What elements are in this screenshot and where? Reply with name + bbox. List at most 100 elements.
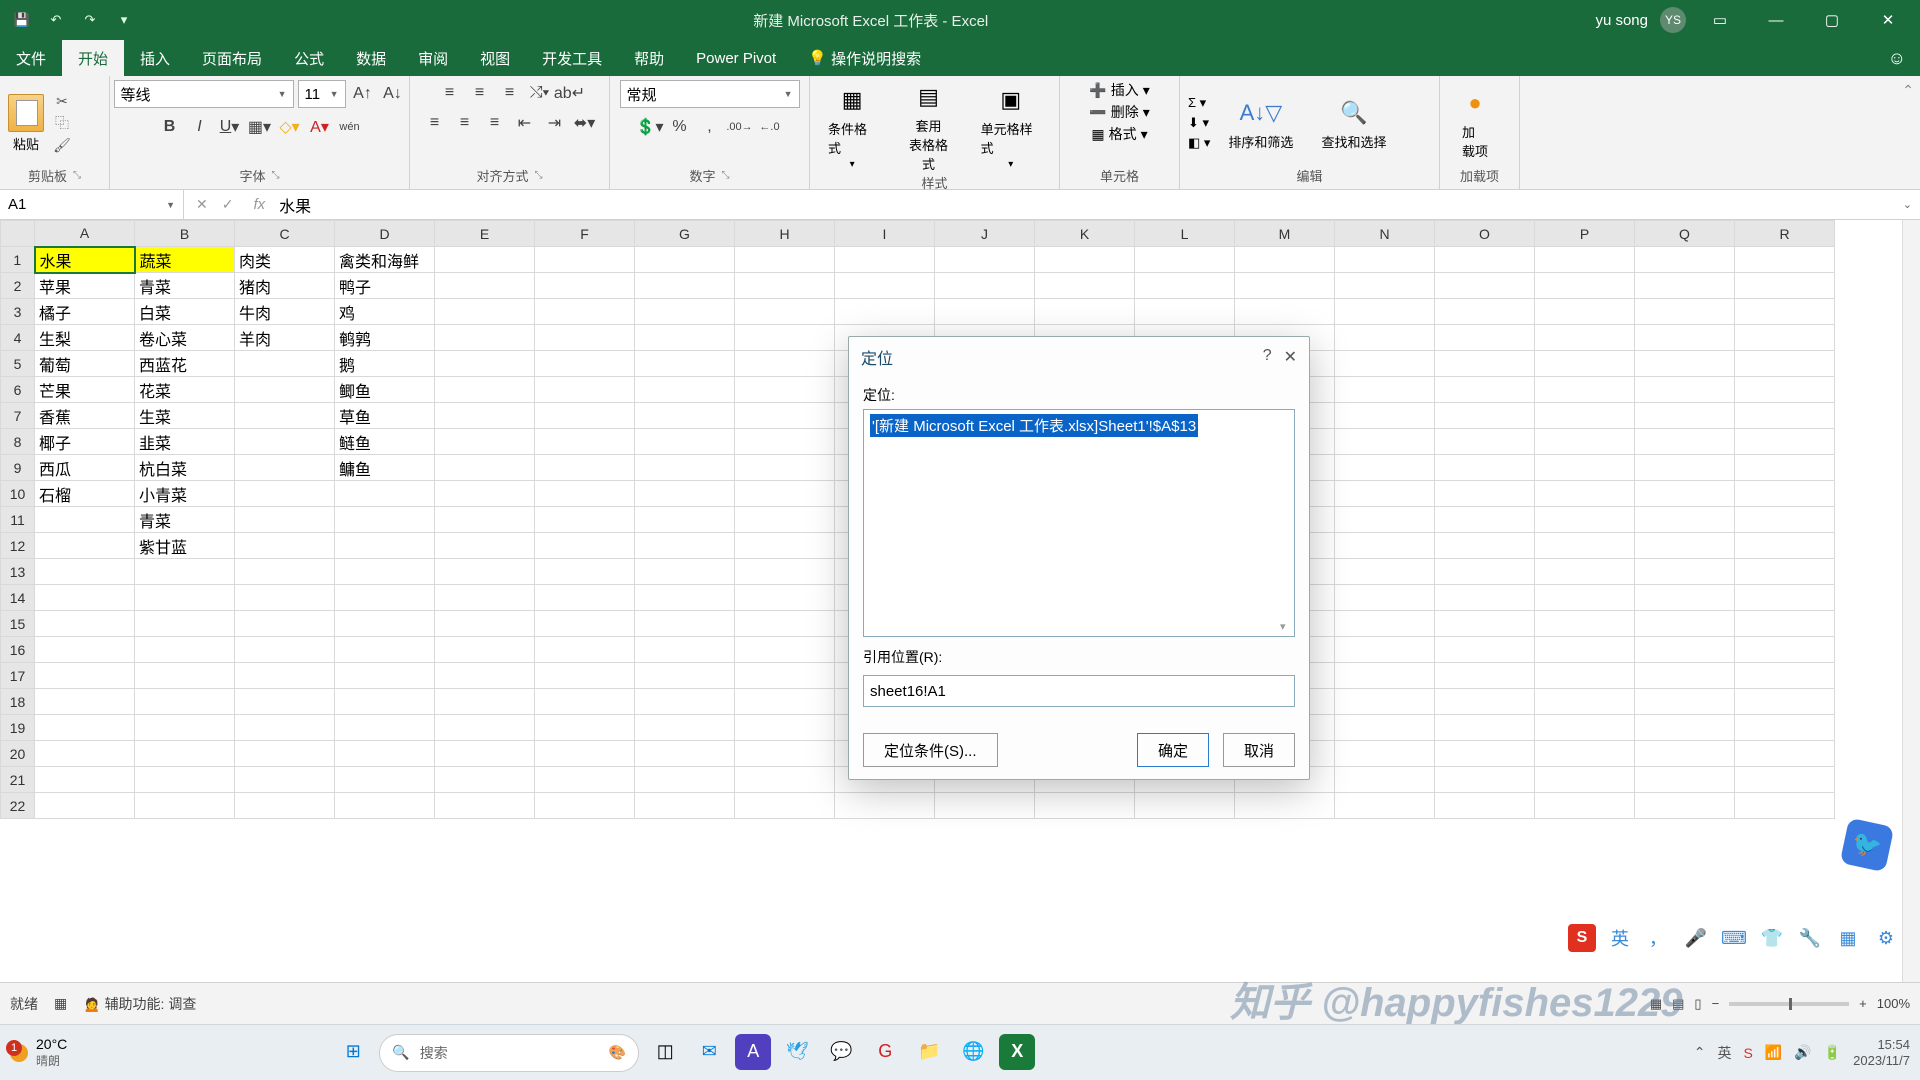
- cell[interactable]: 羊肉: [235, 325, 335, 351]
- cell[interactable]: [1635, 377, 1735, 403]
- cell[interactable]: 水果: [35, 247, 135, 273]
- ime-skin-icon[interactable]: 👕: [1758, 924, 1786, 952]
- number-format-combo[interactable]: 常规▼: [620, 80, 800, 108]
- cell[interactable]: [435, 455, 535, 481]
- paste-icon[interactable]: [8, 94, 44, 132]
- indent-inc-icon[interactable]: ⇥: [542, 110, 568, 136]
- row-header-21[interactable]: 21: [1, 767, 35, 793]
- cell[interactable]: [435, 741, 535, 767]
- row-header-7[interactable]: 7: [1, 403, 35, 429]
- row-header-6[interactable]: 6: [1, 377, 35, 403]
- cell[interactable]: [1635, 481, 1735, 507]
- cell[interactable]: 橘子: [35, 299, 135, 325]
- cell[interactable]: [235, 403, 335, 429]
- cell[interactable]: [1535, 663, 1635, 689]
- increase-font-icon[interactable]: A↑: [350, 81, 376, 107]
- thunder-app-icon[interactable]: 🐦: [1840, 818, 1895, 873]
- cell[interactable]: [1435, 715, 1535, 741]
- cell[interactable]: 芒果: [35, 377, 135, 403]
- cell[interactable]: 草鱼: [335, 403, 435, 429]
- cell[interactable]: 卷心菜: [135, 325, 235, 351]
- cell[interactable]: [1635, 689, 1735, 715]
- cell[interactable]: [1535, 507, 1635, 533]
- cell[interactable]: [735, 637, 835, 663]
- cell[interactable]: [1635, 663, 1735, 689]
- row-header-18[interactable]: 18: [1, 689, 35, 715]
- cell[interactable]: 生菜: [135, 403, 235, 429]
- cell[interactable]: [1535, 767, 1635, 793]
- delete-cells-button[interactable]: ➖删除▾: [1089, 102, 1149, 122]
- cell[interactable]: [1635, 351, 1735, 377]
- cell[interactable]: [235, 715, 335, 741]
- taskbar-search[interactable]: 🔍 搜索 🎨: [379, 1034, 639, 1072]
- cell[interactable]: [735, 585, 835, 611]
- row-header-5[interactable]: 5: [1, 351, 35, 377]
- cell[interactable]: [1335, 715, 1435, 741]
- col-header-L[interactable]: L: [1135, 221, 1235, 247]
- cell[interactable]: [435, 429, 535, 455]
- cell[interactable]: [1435, 455, 1535, 481]
- cell[interactable]: [1635, 611, 1735, 637]
- tab-开发工具[interactable]: 开发工具: [526, 40, 618, 76]
- row-header-22[interactable]: 22: [1, 793, 35, 819]
- cell[interactable]: [1635, 273, 1735, 299]
- tray-expand-icon[interactable]: ⌃: [1694, 1044, 1706, 1061]
- cell[interactable]: [635, 247, 735, 273]
- align-launcher-icon[interactable]: ⤡: [535, 170, 543, 181]
- cell[interactable]: [335, 559, 435, 585]
- addins-button[interactable]: ●加 载项: [1448, 86, 1502, 160]
- cell[interactable]: [1235, 247, 1335, 273]
- cell[interactable]: [1435, 533, 1535, 559]
- insert-cells-button[interactable]: ➕插入▾: [1089, 80, 1149, 100]
- cell[interactable]: [535, 377, 635, 403]
- view-pagebreak-icon[interactable]: ▯: [1694, 996, 1701, 1012]
- cell[interactable]: [235, 663, 335, 689]
- cell[interactable]: [1435, 247, 1535, 273]
- col-header-Q[interactable]: Q: [1635, 221, 1735, 247]
- row-header-12[interactable]: 12: [1, 533, 35, 559]
- col-header-R[interactable]: R: [1735, 221, 1835, 247]
- conditional-format-button[interactable]: ▦条件格式▾: [818, 83, 886, 170]
- cell[interactable]: 牛肉: [235, 299, 335, 325]
- cell[interactable]: [435, 481, 535, 507]
- cell[interactable]: [535, 585, 635, 611]
- cell[interactable]: [135, 559, 235, 585]
- cell[interactable]: 蔬菜: [135, 247, 235, 273]
- col-header-M[interactable]: M: [1235, 221, 1335, 247]
- cell[interactable]: [135, 611, 235, 637]
- underline-button[interactable]: U▾: [217, 114, 243, 140]
- cell[interactable]: [1735, 637, 1835, 663]
- cell[interactable]: [1335, 507, 1435, 533]
- cell[interactable]: [735, 611, 835, 637]
- cell[interactable]: 鹌鹑: [335, 325, 435, 351]
- cell[interactable]: [1535, 403, 1635, 429]
- row-header-20[interactable]: 20: [1, 741, 35, 767]
- cell[interactable]: [335, 533, 435, 559]
- row-header-14[interactable]: 14: [1, 585, 35, 611]
- align-top-icon[interactable]: ≡: [437, 80, 463, 106]
- cell[interactable]: [1535, 637, 1635, 663]
- align-middle-icon[interactable]: ≡: [467, 80, 493, 106]
- cell[interactable]: [1635, 585, 1735, 611]
- align-center-icon[interactable]: ≡: [452, 110, 478, 136]
- cell[interactable]: [1435, 299, 1535, 325]
- col-header-P[interactable]: P: [1535, 221, 1635, 247]
- tab-公式[interactable]: 公式: [278, 40, 340, 76]
- cell[interactable]: 青菜: [135, 507, 235, 533]
- italic-button[interactable]: I: [187, 114, 213, 140]
- name-box[interactable]: A1▼: [0, 190, 184, 220]
- mail-app-icon[interactable]: ✉: [691, 1034, 727, 1070]
- cell[interactable]: [535, 429, 635, 455]
- dec-decimal-icon[interactable]: ←.0: [757, 114, 783, 140]
- cell[interactable]: [1635, 429, 1735, 455]
- cell[interactable]: [635, 663, 735, 689]
- cell[interactable]: [1435, 767, 1535, 793]
- cell[interactable]: [635, 533, 735, 559]
- cell[interactable]: [1735, 715, 1835, 741]
- cell[interactable]: [535, 559, 635, 585]
- cell[interactable]: [235, 481, 335, 507]
- cell[interactable]: [1635, 793, 1735, 819]
- cell[interactable]: [535, 481, 635, 507]
- cell[interactable]: [535, 533, 635, 559]
- cell[interactable]: [1635, 299, 1735, 325]
